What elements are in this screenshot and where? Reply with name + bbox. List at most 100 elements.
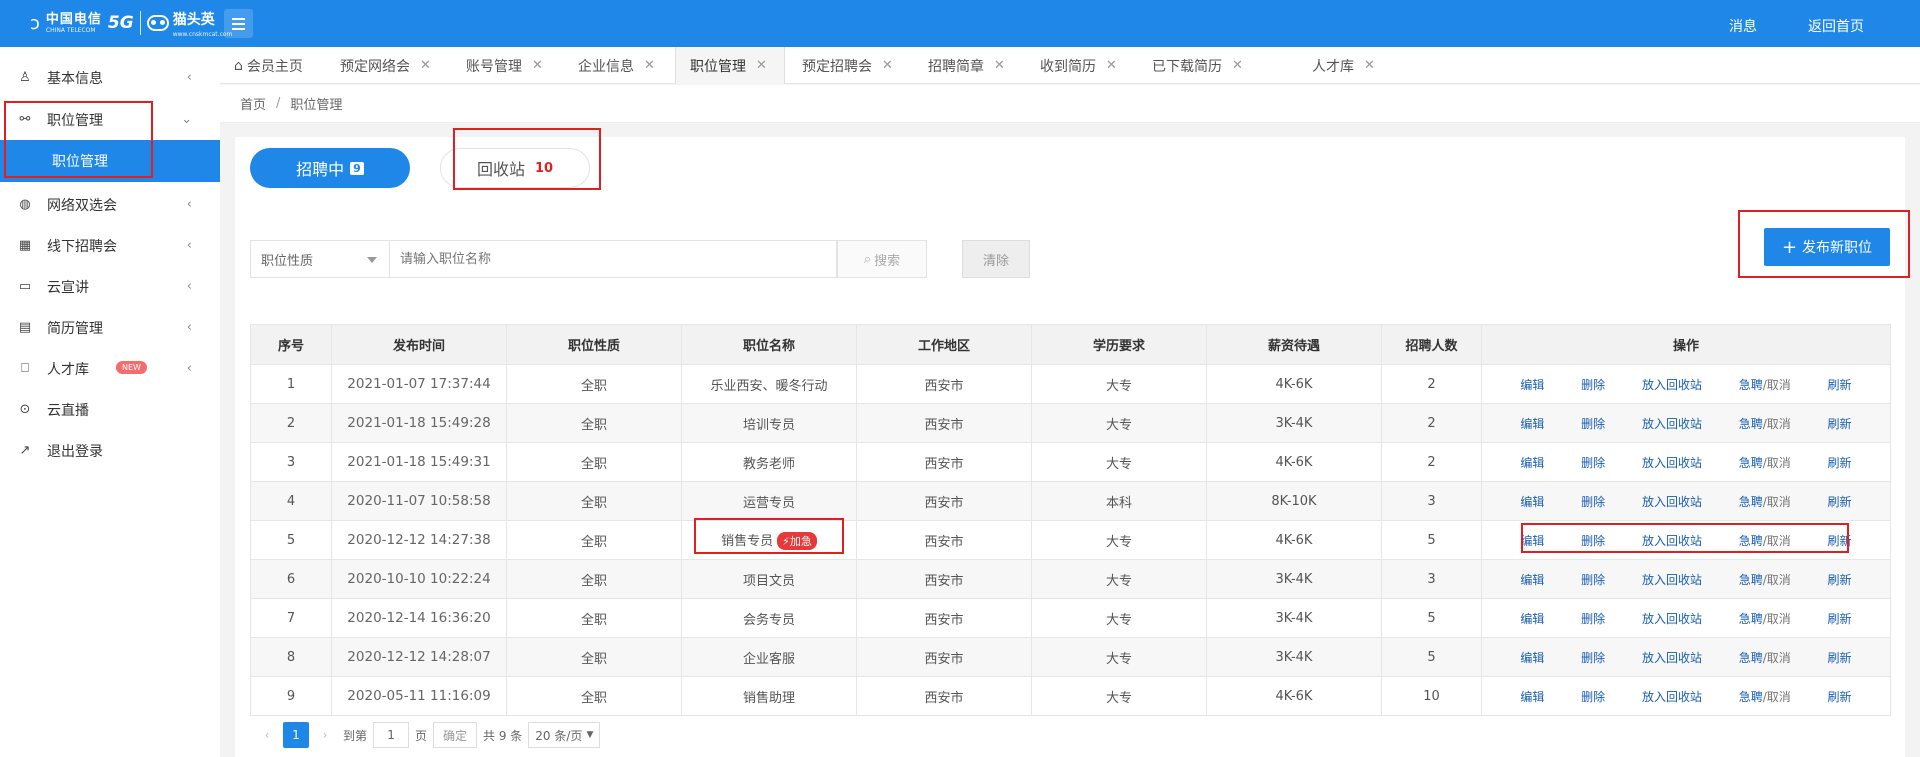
messages-link[interactable]: 消息 (1729, 16, 1757, 36)
urgent-button[interactable]: 急聘 (1739, 612, 1763, 626)
close-icon[interactable]: ✕ (644, 58, 655, 73)
tab-downloaded-resumes[interactable]: 已下载简历 ✕ (1152, 47, 1243, 84)
tab-job-management[interactable]: 职位管理 ✕ (675, 47, 785, 84)
refresh-button[interactable]: 刷新 (1828, 610, 1852, 627)
delete-button[interactable]: 删除 (1581, 493, 1605, 510)
recycle-button[interactable]: 放入回收站 (1642, 376, 1702, 393)
sidebar-item-logout[interactable]: ↗ 退出登录 (0, 430, 220, 471)
close-icon[interactable]: ✕ (1106, 58, 1117, 73)
tab-book-job-fair[interactable]: 预定招聘会 ✕ (802, 47, 893, 84)
clear-button[interactable]: 清除 (962, 240, 1030, 278)
cancel-urgent-button[interactable]: /取消 (1763, 573, 1791, 587)
urgent-button[interactable]: 急聘 (1739, 651, 1763, 665)
edit-button[interactable]: 编辑 (1520, 610, 1544, 627)
recycle-button[interactable]: 放入回收站 (1642, 454, 1702, 471)
delete-button[interactable]: 删除 (1581, 610, 1605, 627)
tab-member-home[interactable]: ⌂ 会员主页 (234, 47, 303, 84)
cancel-urgent-button[interactable]: /取消 (1763, 456, 1791, 470)
urgent-toggle[interactable]: 急聘/取消 (1739, 493, 1791, 510)
refresh-button[interactable]: 刷新 (1828, 649, 1852, 666)
urgent-button[interactable]: 急聘 (1739, 378, 1763, 392)
recycle-button[interactable]: 放入回收站 (1642, 493, 1702, 510)
recycle-button[interactable]: 放入回收站 (1642, 649, 1702, 666)
delete-button[interactable]: 删除 (1581, 571, 1605, 588)
sidebar-item-talent-pool[interactable]: ⎕ 人才库 NEW ‹ (0, 348, 220, 389)
recycle-button[interactable]: 放入回收站 (1642, 610, 1702, 627)
recycle-button[interactable]: 放入回收站 (1642, 571, 1702, 588)
urgent-toggle[interactable]: 急聘/取消 (1739, 415, 1791, 432)
sidebar-item-cloud-talk[interactable]: ▭ 云宣讲 ‹ (0, 266, 220, 307)
refresh-button[interactable]: 刷新 (1828, 571, 1852, 588)
close-icon[interactable]: ✕ (882, 58, 893, 73)
cancel-urgent-button[interactable]: /取消 (1763, 378, 1791, 392)
search-button[interactable]: ⌕ 搜索 (837, 240, 927, 278)
delete-button[interactable]: 删除 (1581, 415, 1605, 432)
page-number-current[interactable]: 1 (283, 722, 309, 748)
sidebar-item-online-fair[interactable]: ◍ 网络双选会 ‹ (0, 184, 220, 225)
recycle-button[interactable]: 放入回收站 (1642, 415, 1702, 432)
tab-recruiting[interactable]: 招聘中 9 (250, 148, 410, 188)
close-icon[interactable]: ✕ (1364, 58, 1375, 73)
recycle-button[interactable]: 放入回收站 (1642, 688, 1702, 705)
delete-button[interactable]: 删除 (1581, 688, 1605, 705)
urgent-button[interactable]: 急聘 (1739, 417, 1763, 431)
urgent-button[interactable]: 急聘 (1739, 573, 1763, 587)
breadcrumb-home[interactable]: 首页 (240, 94, 266, 113)
delete-button[interactable]: 删除 (1581, 649, 1605, 666)
owl-logo-icon (146, 15, 169, 31)
cancel-urgent-button[interactable]: /取消 (1763, 612, 1791, 626)
urgent-toggle[interactable]: 急聘/取消 (1739, 571, 1791, 588)
urgent-toggle[interactable]: 急聘/取消 (1739, 376, 1791, 393)
delete-button[interactable]: 删除 (1581, 454, 1605, 471)
back-home-link[interactable]: 返回首页 (1808, 16, 1864, 36)
refresh-button[interactable]: 刷新 (1828, 376, 1852, 393)
close-icon[interactable]: ✕ (994, 58, 1005, 73)
sidebar-item-resume-management[interactable]: ▤ 简历管理 ‹ (0, 307, 220, 348)
tab-company-info[interactable]: 企业信息 ✕ (578, 47, 655, 84)
tab-account-management[interactable]: 账号管理 ✕ (466, 47, 543, 84)
close-icon[interactable]: ✕ (756, 58, 767, 73)
close-icon[interactable]: ✕ (1232, 58, 1243, 73)
refresh-button[interactable]: 刷新 (1828, 493, 1852, 510)
job-type-select[interactable]: 职位性质 (250, 240, 390, 278)
tab-recruitment-brochure[interactable]: 招聘简章 ✕ (928, 47, 1005, 84)
edit-button[interactable]: 编辑 (1520, 688, 1544, 705)
menu-toggle-button[interactable] (224, 9, 253, 38)
close-icon[interactable]: ✕ (420, 58, 431, 73)
tab-book-online-fair[interactable]: 预定网络会 ✕ (340, 47, 431, 84)
tab-received-resumes[interactable]: 收到简历 ✕ (1040, 47, 1117, 84)
edit-button[interactable]: 编辑 (1520, 493, 1544, 510)
edit-button[interactable]: 编辑 (1520, 454, 1544, 471)
page-input[interactable]: 1 (373, 722, 410, 748)
urgent-button[interactable]: 急聘 (1739, 495, 1763, 509)
edit-button[interactable]: 编辑 (1520, 376, 1544, 393)
cancel-urgent-button[interactable]: /取消 (1763, 495, 1791, 509)
prev-page-icon[interactable]: ‹ (255, 728, 279, 742)
urgent-toggle[interactable]: 急聘/取消 (1739, 688, 1791, 705)
tab-talent-pool[interactable]: 人才库 ✕ (1312, 47, 1375, 84)
urgent-toggle[interactable]: 急聘/取消 (1739, 454, 1791, 471)
work-area: 西安市 (856, 520, 1032, 560)
per-page-select[interactable]: 20 条/页 ▼ (528, 722, 601, 748)
job-name-input[interactable] (389, 240, 837, 278)
close-icon[interactable]: ✕ (532, 58, 543, 73)
cancel-urgent-button[interactable]: /取消 (1763, 651, 1791, 665)
edit-button[interactable]: 编辑 (1520, 571, 1544, 588)
delete-button[interactable]: 删除 (1581, 376, 1605, 393)
confirm-button[interactable]: 确定 (433, 722, 478, 748)
urgent-button[interactable]: 急聘 (1739, 690, 1763, 704)
sidebar-item-offline-fair[interactable]: ▦ 线下招聘会 ‹ (0, 225, 220, 266)
urgent-button[interactable]: 急聘 (1739, 456, 1763, 470)
next-page-icon[interactable]: › (313, 728, 337, 742)
sidebar-item-live-stream[interactable]: ⊙ 云直播 (0, 389, 220, 430)
refresh-button[interactable]: 刷新 (1828, 454, 1852, 471)
cancel-urgent-button[interactable]: /取消 (1763, 417, 1791, 431)
urgent-toggle[interactable]: 急聘/取消 (1739, 610, 1791, 627)
sidebar-item-basic-info[interactable]: ♙ 基本信息 ‹ (0, 57, 220, 98)
urgent-toggle[interactable]: 急聘/取消 (1739, 649, 1791, 666)
cancel-urgent-button[interactable]: /取消 (1763, 690, 1791, 704)
edit-button[interactable]: 编辑 (1520, 415, 1544, 432)
edit-button[interactable]: 编辑 (1520, 649, 1544, 666)
refresh-button[interactable]: 刷新 (1828, 415, 1852, 432)
refresh-button[interactable]: 刷新 (1828, 688, 1852, 705)
